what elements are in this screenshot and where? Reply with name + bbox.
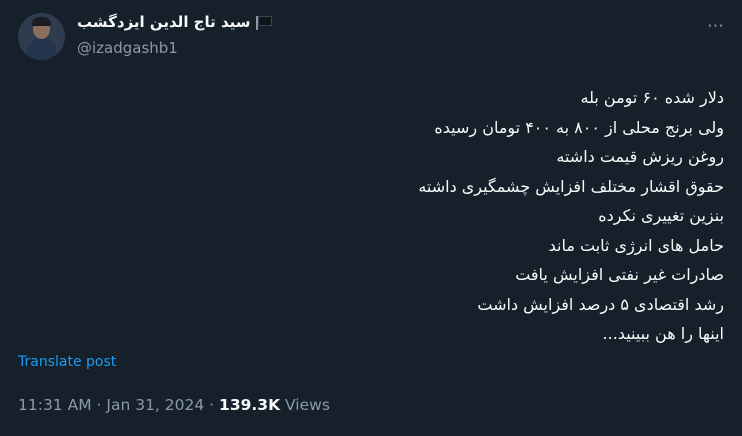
author-avatar[interactable] (18, 13, 65, 60)
avatar-hair (32, 17, 51, 26)
tweet-line: روغن ریزش قیمت داشته (556, 147, 724, 166)
tweet-line: حامل های انرژی ثابت ماند (548, 235, 724, 255)
tweet-date[interactable]: Jan 31, 2024 (106, 396, 204, 414)
tweet-line: صادرات غیر نفتی افزایش یافت (515, 265, 724, 284)
tweet-meta: 11:31 AM · Jan 31, 2024 · 139.3K Views (18, 396, 330, 414)
tweet-time[interactable]: 11:31 AM (18, 396, 92, 414)
black-flag-icon (255, 15, 272, 30)
meta-separator: · (96, 396, 102, 414)
views-count: 139.3K (219, 396, 281, 414)
views-label: Views (285, 396, 330, 414)
author-handle[interactable]: @izadgashb1 (77, 39, 178, 57)
author-display-name[interactable]: سید تاج الدین ایزدگشب (77, 13, 251, 31)
tweet-line: حقوق اقشار مختلف افزایش چشمگیری داشته (418, 176, 724, 196)
tweet-line: ولی برنج محلی از ۸۰۰ به ۴۰۰ تومان رسیده (434, 117, 724, 137)
tweet-text: دلار شده ۶۰ تومن بله ولی برنج محلی از ۸۰… (204, 83, 724, 349)
tweet-line: رشد اقتصادی ۵ درصد افزایش داشت (477, 294, 724, 314)
translate-post-link[interactable]: Translate post (18, 354, 116, 370)
avatar-body (27, 38, 57, 60)
tweet-line: اینها را هن ببینید... (602, 324, 724, 343)
tweet-line: دلار شده ۶۰ تومن بله (580, 88, 725, 107)
meta-separator: · (209, 396, 215, 414)
more-horizontal-icon[interactable]: ⋯ (700, 16, 732, 36)
author-name-row[interactable]: سید تاج الدین ایزدگشب (77, 13, 272, 31)
tweet-line: بنزین تغییری نکرده (598, 206, 724, 225)
